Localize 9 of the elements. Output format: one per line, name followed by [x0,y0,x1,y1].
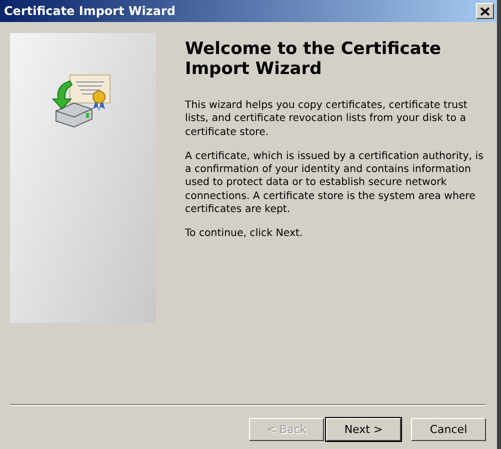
description-text: This wizard helps you copy certificates, certificate trust lists, and certificate revocation lists from your disk to a certificate store. [185,99,468,139]
wizard-heading: Welcome to the Certificate Import Wizard [185,40,442,80]
wizard-button[interactable]: Next > [326,418,401,441]
wizard-button[interactable]: Cancel [411,418,486,441]
close-icon [480,6,490,16]
window-title: Certificate Import Wizard [4,4,176,18]
description-text: A certificate, which is issued by a certification authority, is a confirmation of your identity and contains information used to protect data or to establish secure network connections. A certificate store is the system area where certificates are kept. [185,150,484,216]
close-button[interactable] [476,3,494,19]
description-text: To continue, click Next. [185,227,304,240]
